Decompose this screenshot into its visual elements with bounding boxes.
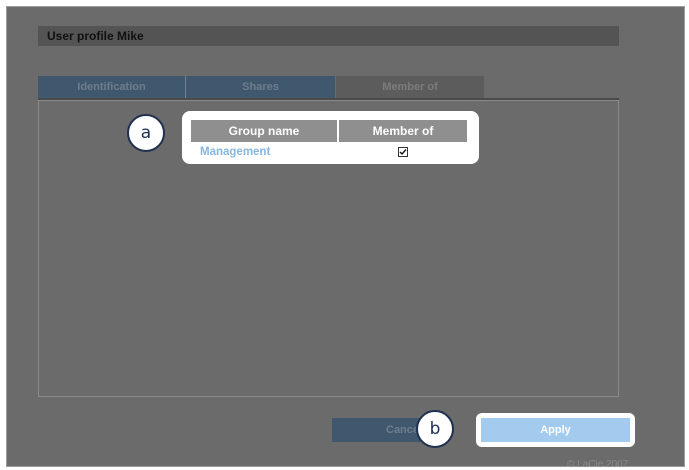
copyright-text: © LaCie 2007 <box>567 459 629 470</box>
group-name-cell[interactable]: Management <box>200 146 270 158</box>
group-table: Group name Member of Management <box>182 111 479 164</box>
apply-button[interactable]: Apply <box>481 418 630 442</box>
tab-member-of[interactable]: Member of <box>336 76 484 98</box>
title-bar: User profile Mike <box>38 26 619 46</box>
tab-identification[interactable]: Identification <box>38 76 186 98</box>
tab-shares[interactable]: Shares <box>186 76 335 98</box>
callout-b: b <box>416 410 454 448</box>
column-header-group-name: Group name <box>191 120 337 142</box>
checkmark-icon <box>399 149 407 156</box>
column-header-member-of: Member of <box>339 120 467 142</box>
member-checkbox[interactable] <box>398 147 408 157</box>
callout-a: a <box>127 114 165 152</box>
page-title: User profile Mike <box>47 29 144 43</box>
apply-button-highlight: Apply <box>476 413 635 447</box>
